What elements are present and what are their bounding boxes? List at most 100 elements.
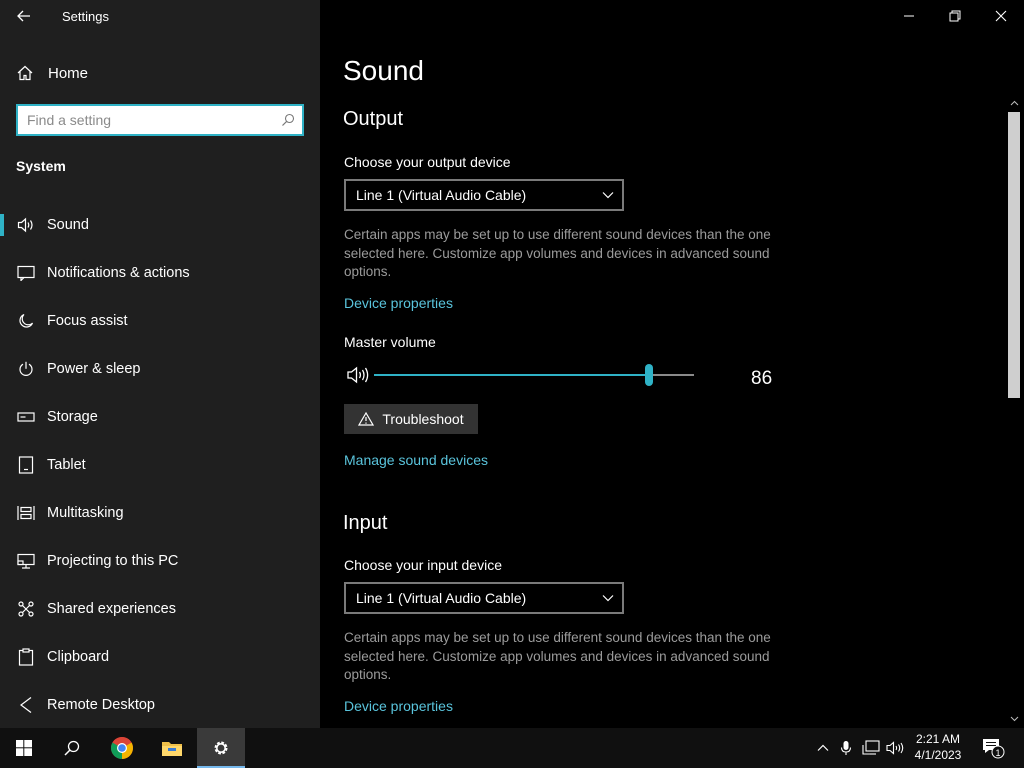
sidebar-item-projecting[interactable]: Projecting to this PC bbox=[0, 537, 320, 585]
home-icon bbox=[17, 65, 33, 81]
chevron-down-icon bbox=[602, 595, 614, 602]
scroll-up-button[interactable] bbox=[1006, 96, 1022, 110]
windows-logo-icon bbox=[16, 740, 32, 756]
home-nav-item[interactable]: Home bbox=[16, 62, 88, 84]
restore-button[interactable] bbox=[932, 0, 978, 32]
input-device-properties-link[interactable]: Device properties bbox=[344, 698, 453, 714]
search-box[interactable] bbox=[16, 104, 304, 136]
sidebar-item-label: Storage bbox=[47, 409, 98, 425]
manage-sound-devices-link[interactable]: Manage sound devices bbox=[344, 452, 488, 468]
output-device-properties-link[interactable]: Device properties bbox=[344, 295, 453, 311]
home-label: Home bbox=[48, 64, 89, 82]
sidebar-item-clipboard[interactable]: Clipboard bbox=[0, 633, 320, 681]
sidebar-item-label: Tablet bbox=[47, 457, 86, 473]
remote-desktop-icon bbox=[16, 695, 36, 715]
sidebar-item-notifications[interactable]: Notifications & actions bbox=[0, 249, 320, 297]
scrollbar-thumb[interactable] bbox=[1008, 112, 1020, 398]
input-device-label: Choose your input device bbox=[344, 557, 502, 573]
section-header-system: System bbox=[16, 158, 66, 174]
output-description: Certain apps may be set up to use differ… bbox=[344, 227, 771, 279]
master-volume-slider[interactable] bbox=[374, 364, 694, 386]
output-device-value: Line 1 (Virtual Audio Cable) bbox=[356, 187, 527, 203]
sidebar-item-label: Remote Desktop bbox=[47, 697, 155, 713]
sidebar-item-label: Power & sleep bbox=[47, 361, 141, 377]
sidebar-item-multitasking[interactable]: Multitasking bbox=[0, 489, 320, 537]
sidebar-item-sound[interactable]: Sound bbox=[0, 201, 320, 249]
sidebar-item-shared-experiences[interactable]: Shared experiences bbox=[0, 585, 320, 633]
search-input[interactable] bbox=[18, 107, 274, 133]
output-heading: Output bbox=[343, 108, 404, 130]
close-icon bbox=[995, 10, 1007, 22]
slider-fill bbox=[374, 374, 650, 376]
chrome-icon bbox=[111, 737, 133, 759]
warning-icon bbox=[358, 412, 375, 426]
volume-mute-toggle[interactable] bbox=[346, 366, 370, 389]
sidebar-item-remote-desktop[interactable]: Remote Desktop bbox=[0, 681, 320, 729]
page-title: Sound bbox=[343, 55, 424, 86]
troubleshoot-button[interactable]: Troubleshoot bbox=[344, 404, 478, 434]
taskbar-search-button[interactable] bbox=[48, 728, 96, 768]
power-icon bbox=[16, 359, 36, 379]
sidebar-item-label: Focus assist bbox=[47, 313, 128, 329]
microphone-icon bbox=[840, 741, 852, 755]
sidebar-item-label: Shared experiences bbox=[47, 601, 176, 617]
troubleshoot-label: Troubleshoot bbox=[382, 411, 464, 427]
chrome-taskbar-button[interactable] bbox=[98, 728, 146, 768]
restore-icon bbox=[949, 10, 961, 22]
moon-icon bbox=[16, 311, 36, 331]
speaker-icon bbox=[886, 741, 904, 755]
output-device-dropdown[interactable]: Line 1 (Virtual Audio Cable) bbox=[344, 179, 624, 211]
chevron-down-icon bbox=[602, 192, 614, 199]
clipboard-icon bbox=[16, 647, 36, 667]
microphone-tray-button[interactable] bbox=[836, 728, 856, 768]
sidebar-item-tablet[interactable]: Tablet bbox=[0, 441, 320, 489]
gear-icon bbox=[214, 741, 228, 755]
output-device-label: Choose your output device bbox=[344, 154, 511, 170]
sidebar-item-storage[interactable]: Storage bbox=[0, 393, 320, 441]
minimize-button[interactable] bbox=[886, 0, 932, 32]
action-center-button[interactable]: 1 bbox=[978, 728, 1008, 768]
tablet-icon bbox=[16, 455, 36, 475]
sidebar-item-focus-assist[interactable]: Focus assist bbox=[0, 297, 320, 345]
sidebar-item-label: Multitasking bbox=[47, 505, 124, 521]
close-button[interactable] bbox=[978, 0, 1024, 32]
chevron-down-icon bbox=[1010, 716, 1018, 722]
master-volume-value: 86 bbox=[751, 368, 773, 389]
sidebar-item-power-sleep[interactable]: Power & sleep bbox=[0, 345, 320, 393]
taskbar-clock[interactable]: 2:21 AM 4/1/2023 bbox=[906, 731, 970, 763]
sidebar-item-label: Notifications & actions bbox=[47, 265, 190, 281]
speaker-icon bbox=[347, 366, 369, 384]
back-button[interactable] bbox=[10, 4, 38, 28]
sidebar-item-label: Clipboard bbox=[47, 649, 110, 665]
multitasking-icon bbox=[16, 503, 36, 523]
sidebar-nav: Sound Notifications & actions Focus assi… bbox=[0, 201, 320, 729]
start-button[interactable] bbox=[0, 728, 48, 768]
input-device-value: Line 1 (Virtual Audio Cable) bbox=[356, 590, 527, 606]
selection-indicator bbox=[0, 214, 4, 236]
notification-icon: 1 bbox=[983, 739, 1005, 759]
input-device-dropdown[interactable]: Line 1 (Virtual Audio Cable) bbox=[344, 582, 624, 614]
vertical-scrollbar[interactable] bbox=[1006, 96, 1022, 728]
volume-tray-button[interactable] bbox=[884, 728, 906, 768]
settings-taskbar-button[interactable] bbox=[197, 728, 245, 768]
notification-icon bbox=[16, 263, 36, 283]
clock-date: 4/1/2023 bbox=[914, 748, 962, 762]
network-icon bbox=[862, 740, 880, 755]
slider-thumb[interactable] bbox=[645, 364, 654, 386]
projecting-icon bbox=[16, 551, 36, 571]
search-icon[interactable] bbox=[274, 113, 302, 127]
scroll-down-button[interactable] bbox=[1006, 712, 1022, 726]
chevron-up-icon bbox=[817, 744, 829, 751]
folder-icon bbox=[162, 742, 182, 756]
show-hidden-icons-button[interactable] bbox=[812, 728, 834, 768]
shared-experiences-icon bbox=[16, 599, 36, 619]
sidebar-item-label: Projecting to this PC bbox=[47, 553, 179, 569]
network-tray-button[interactable] bbox=[859, 728, 883, 768]
clock-time: 2:21 AM bbox=[915, 732, 961, 746]
file-explorer-taskbar-button[interactable] bbox=[148, 728, 196, 768]
back-arrow-icon bbox=[17, 10, 30, 22]
content-pane: Sound Output Choose your output device L… bbox=[320, 0, 1024, 728]
input-description: Certain apps may be set up to use differ… bbox=[344, 630, 771, 682]
settings-window: Settings Home System Sound Notifications… bbox=[0, 0, 1024, 768]
master-volume-label: Master volume bbox=[344, 334, 436, 350]
